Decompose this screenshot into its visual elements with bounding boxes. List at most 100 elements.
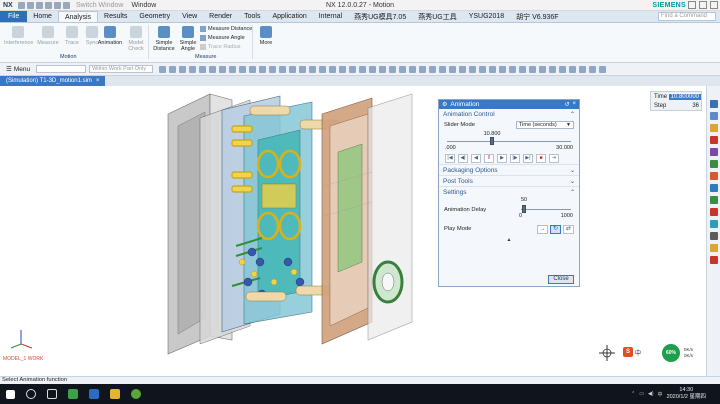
view-icon[interactable] [369, 65, 377, 73]
view-icon[interactable] [569, 65, 577, 73]
snap-icon[interactable] [349, 65, 357, 73]
type-filter-dropdown[interactable] [36, 65, 87, 73]
view-icon[interactable] [579, 65, 587, 73]
analysis-icon[interactable] [710, 244, 718, 252]
maximize-icon[interactable] [699, 1, 707, 9]
command-search-input[interactable]: Find a Command [658, 12, 716, 21]
snap-icon[interactable] [299, 65, 307, 73]
close-tab-icon[interactable]: × [96, 78, 100, 84]
loop-icon[interactable]: ↻ [550, 224, 561, 234]
interference-button[interactable]: Interference [4, 26, 33, 46]
input-language[interactable]: 中 [658, 391, 663, 398]
reset-icon[interactable]: ↺ [564, 101, 569, 108]
simple-angle-button[interactable]: Simple Angle [174, 26, 202, 52]
tab-application[interactable]: Application [266, 11, 312, 22]
snap-icon[interactable] [199, 65, 207, 73]
display-icon[interactable] [710, 232, 718, 240]
wechat-icon[interactable] [68, 389, 78, 399]
more-button[interactable]: More [252, 26, 280, 46]
system-materials-icon[interactable] [710, 196, 718, 204]
view-icon[interactable] [439, 65, 447, 73]
gear-icon[interactable]: ⚙ [442, 101, 447, 108]
view-icon[interactable] [409, 65, 417, 73]
view-icon[interactable] [529, 65, 537, 73]
time-slider[interactable]: 10.800 .000 30.000 [439, 130, 579, 152]
menu-button[interactable]: ☰ Menu [3, 65, 33, 74]
document-tab[interactable]: (Simulation) T1-3D_motion1.sim × [0, 76, 106, 86]
view-icon[interactable] [539, 65, 547, 73]
stop-icon[interactable]: ■ [536, 153, 546, 163]
process-studio-icon[interactable] [710, 172, 718, 180]
slider-thumb[interactable] [489, 137, 494, 145]
roles-icon[interactable] [710, 184, 718, 192]
ping-pong-icon[interactable]: ⇄ [563, 224, 574, 234]
volume-icon[interactable]: ◀) [648, 391, 654, 397]
view-icon[interactable] [599, 65, 607, 73]
snap-icon[interactable] [229, 65, 237, 73]
windows-start-icon[interactable] [6, 389, 15, 399]
snap-icon[interactable] [159, 65, 167, 73]
tab-file[interactable]: File [0, 11, 28, 22]
file-explorer-icon[interactable] [89, 389, 99, 399]
animation-button[interactable]: Animation [96, 26, 124, 46]
web-browser-icon[interactable] [710, 208, 718, 216]
delay-slider-track[interactable] [521, 209, 571, 210]
play-reverse-icon[interactable]: ◀ [471, 153, 481, 163]
constraint-navigator-icon[interactable] [710, 124, 718, 132]
selection-scope-dropdown[interactable]: Within Work Part Only [89, 65, 154, 73]
view-icon[interactable] [469, 65, 477, 73]
pause-icon[interactable]: ‖ [484, 153, 494, 163]
slider-track[interactable] [447, 141, 571, 142]
snap-icon[interactable] [169, 65, 177, 73]
play-once-icon[interactable]: → [537, 224, 548, 234]
model-check-button[interactable]: Model Check [122, 26, 150, 52]
tab-analysis[interactable]: Analysis [57, 11, 99, 22]
tab-results[interactable]: Results [98, 11, 133, 22]
assembly-navigator-icon[interactable] [710, 112, 718, 120]
tab-yanxiu-mold[interactable]: 燕秀UG模具7.05 [348, 11, 412, 22]
step-forward-icon[interactable]: |▶ [510, 153, 520, 163]
tab-tools[interactable]: Tools [238, 11, 266, 22]
close-icon[interactable] [710, 1, 718, 9]
view-icon[interactable] [479, 65, 487, 73]
close-button[interactable]: Close [548, 274, 574, 284]
view-icon[interactable] [429, 65, 437, 73]
tab-view[interactable]: View [176, 11, 203, 22]
network-monitor[interactable]: 60% [662, 344, 680, 362]
dialog-title-bar[interactable]: ⚙ Animation ↺ × [439, 100, 579, 109]
view-icon[interactable] [459, 65, 467, 73]
360-browser-icon[interactable] [131, 389, 141, 399]
reuse-library-icon[interactable] [710, 148, 718, 156]
measure-distance-button[interactable]: Measure Distance [200, 26, 252, 32]
clock[interactable]: 14:30 2020/1/2 星期四 [667, 387, 706, 401]
sogou-ime-icon[interactable]: S [623, 347, 633, 357]
view-icon[interactable] [559, 65, 567, 73]
snap-icon[interactable] [179, 65, 187, 73]
network-icon[interactable]: ▭ [639, 391, 644, 397]
snap-icon[interactable] [249, 65, 257, 73]
view-icon[interactable] [389, 65, 397, 73]
snap-icon[interactable] [279, 65, 287, 73]
settings-section[interactable]: Settings ⌃ [439, 186, 579, 197]
tab-internal[interactable]: Internal [313, 11, 348, 22]
snap-icon[interactable] [319, 65, 327, 73]
slider-mode-select[interactable]: Time (seconds) ▼ [516, 121, 574, 129]
post-tools-section[interactable]: Post Tools ⌄ [439, 175, 579, 186]
view-icon[interactable] [419, 65, 427, 73]
step-back-icon[interactable]: ◀| [458, 153, 468, 163]
tab-yanxiu-tools[interactable]: 燕秀UG工具 [412, 11, 463, 22]
part-navigator-icon[interactable] [710, 100, 718, 108]
history-icon[interactable] [710, 160, 718, 168]
minimize-icon[interactable] [688, 1, 696, 9]
snap-icon[interactable] [209, 65, 217, 73]
animation-control-section[interactable]: Animation Control ⌃ [439, 109, 579, 120]
show-hidden-icon[interactable]: ⌃ [631, 391, 635, 397]
close-icon[interactable]: × [572, 101, 576, 108]
view-icon[interactable] [379, 65, 387, 73]
export-icon[interactable]: ⇥ [549, 153, 559, 163]
graphics-viewport[interactable] [0, 86, 706, 376]
view-icon[interactable] [489, 65, 497, 73]
view-icon[interactable] [399, 65, 407, 73]
tab-huning[interactable]: 胡宁 V6.936F [510, 11, 564, 22]
expand-triangle-icon[interactable]: ▲ [439, 237, 579, 243]
